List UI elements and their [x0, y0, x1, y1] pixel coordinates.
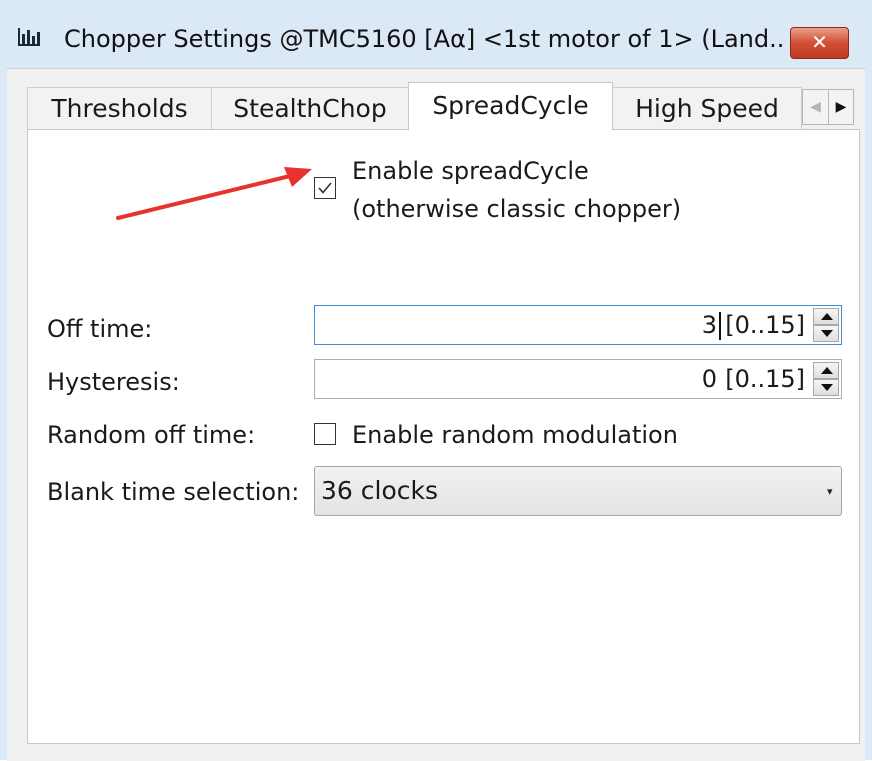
- random-off-time-label: Random off time:: [47, 421, 256, 449]
- tab-scroll-right-button[interactable]: ▶: [828, 89, 854, 125]
- blank-time-select[interactable]: 36 clocks ▾: [314, 466, 842, 516]
- enable-spreadcycle-sublabel: (otherwise classic chopper): [352, 195, 682, 223]
- off-time-label: Off time:: [47, 315, 153, 343]
- off-time-value: 3: [701, 311, 717, 339]
- hysteresis-spin-buttons: [813, 362, 839, 396]
- hysteresis-range: [0..15]: [725, 365, 805, 393]
- blank-time-selected-value: 36 clocks: [321, 476, 438, 505]
- text-caret: [719, 312, 721, 340]
- enable-random-modulation-label: Enable random modulation: [352, 421, 678, 449]
- hysteresis-spinbox[interactable]: 0 [0..15]: [314, 359, 842, 399]
- annotation-arrow-icon: [116, 167, 312, 220]
- tab-thresholds[interactable]: Thresholds: [27, 87, 212, 129]
- chevron-down-icon: ▾: [827, 485, 833, 498]
- tab-high-speed[interactable]: High Speed: [612, 87, 802, 129]
- chopper-settings-window: Chopper Settings @TMC5160 [Aα] <1st moto…: [0, 0, 872, 761]
- off-time-decrement-button[interactable]: [813, 325, 839, 342]
- hysteresis-decrement-button[interactable]: [813, 379, 839, 396]
- off-time-spinbox[interactable]: 3 [0..15]: [314, 305, 842, 345]
- enable-random-modulation-checkbox[interactable]: [314, 423, 336, 445]
- blank-time-label: Blank time selection:: [47, 478, 300, 506]
- tab-stealthchop[interactable]: StealthChop: [211, 87, 409, 129]
- chart-bars-icon: [18, 28, 40, 46]
- close-icon: ✕: [811, 30, 828, 54]
- tab-label: High Speed: [635, 94, 779, 123]
- hysteresis-increment-button[interactable]: [813, 362, 839, 379]
- tab-label: Thresholds: [51, 94, 188, 123]
- tab-label: StealthChop: [233, 94, 387, 123]
- hysteresis-value: 0: [701, 365, 717, 393]
- window-title: Chopper Settings @TMC5160 [Aα] <1st moto…: [64, 25, 784, 53]
- enable-spreadcycle-label: Enable spreadCycle: [352, 157, 589, 185]
- chevron-right-icon: ▶: [835, 99, 847, 115]
- tab-label: SpreadCycle: [432, 91, 589, 120]
- off-time-increment-button[interactable]: [813, 308, 839, 325]
- chevron-left-icon: ◀: [810, 99, 821, 115]
- tab-spreadcycle[interactable]: SpreadCycle: [408, 82, 613, 130]
- close-button[interactable]: ✕: [790, 27, 849, 59]
- hysteresis-label: Hysteresis:: [47, 368, 180, 396]
- tab-scroll-left-button[interactable]: ◀: [802, 89, 828, 125]
- off-time-spin-buttons: [813, 308, 839, 342]
- title-bar[interactable]: Chopper Settings @TMC5160 [Aα] <1st moto…: [0, 0, 872, 68]
- off-time-range: [0..15]: [725, 311, 805, 339]
